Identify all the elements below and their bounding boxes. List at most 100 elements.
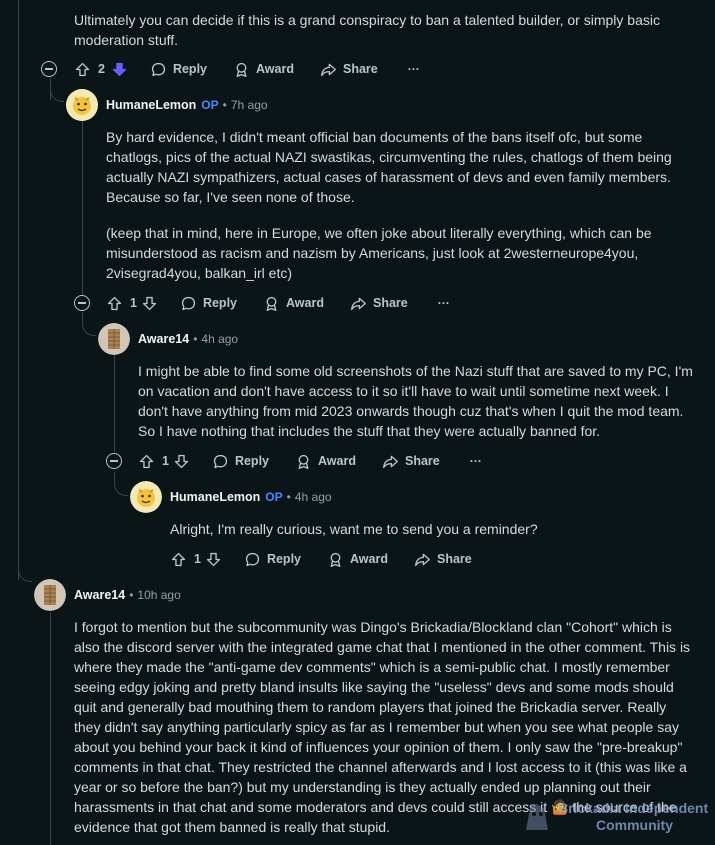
- comment-actions: 1 Reply Award Share: [170, 545, 472, 573]
- thread-curve: [114, 472, 128, 496]
- vote-count: 1: [194, 552, 201, 566]
- comment-header: HumaneLemon OP • 7h ago: [66, 89, 268, 121]
- reply-label: Reply: [172, 62, 207, 76]
- upvote-button[interactable]: [74, 61, 91, 78]
- collapse-button[interactable]: [106, 453, 122, 469]
- thread-curve: [50, 80, 64, 102]
- downvote-icon: [112, 62, 127, 76]
- timestamp[interactable]: 4h ago: [295, 490, 332, 504]
- thread-line-level3: [114, 352, 115, 452]
- share-button[interactable]: Share: [320, 61, 378, 78]
- reply-button[interactable]: Reply: [150, 61, 207, 78]
- reply-icon: [181, 296, 196, 310]
- reply-icon: [245, 552, 260, 566]
- share-icon: [351, 297, 366, 310]
- award-button[interactable]: Award: [263, 295, 324, 312]
- reply-label: Reply: [234, 454, 269, 468]
- reply-icon: [213, 454, 228, 468]
- award-button[interactable]: Award: [295, 453, 356, 470]
- username[interactable]: Aware14: [74, 588, 125, 602]
- timestamp[interactable]: 10h ago: [137, 588, 180, 602]
- share-label: Share: [372, 296, 408, 310]
- separator: •: [286, 490, 291, 504]
- award-icon: [236, 62, 247, 77]
- thread-curve: [82, 312, 96, 336]
- downvote-icon: [174, 454, 189, 468]
- downvote-button[interactable]: [173, 453, 190, 470]
- more-options-button[interactable]: ···: [408, 62, 420, 76]
- watermark-line-2: Community: [596, 817, 673, 833]
- upvote-button[interactable]: [106, 295, 123, 312]
- avatar[interactable]: [98, 323, 130, 355]
- share-button[interactable]: Share: [350, 295, 408, 312]
- share-button[interactable]: Share: [382, 453, 440, 470]
- vote-count: 2: [98, 62, 105, 76]
- avatar[interactable]: [130, 481, 162, 513]
- downvote-button[interactable]: [141, 295, 158, 312]
- upvote-icon: [171, 552, 186, 566]
- thread-line-root: [18, 0, 19, 580]
- timestamp[interactable]: 7h ago: [231, 98, 268, 112]
- avatar[interactable]: [66, 89, 98, 121]
- share-icon: [321, 63, 336, 76]
- downvote-button[interactable]: [111, 61, 128, 78]
- watermark-line-1: Brickadia Independent: [558, 800, 709, 816]
- comment-actions: 1 Reply Award Share ···: [106, 289, 450, 317]
- award-icon: [298, 454, 309, 469]
- reply-icon: [151, 62, 166, 76]
- share-button[interactable]: Share: [414, 551, 472, 568]
- avatar[interactable]: [34, 579, 66, 611]
- brick-avatar-icon: [98, 323, 130, 355]
- award-label: Award: [256, 62, 294, 76]
- lemon-avatar-icon: [66, 89, 98, 121]
- comment-header: Aware14 • 4h ago: [98, 323, 238, 355]
- award-button[interactable]: Award: [327, 551, 388, 568]
- more-options-button[interactable]: ···: [470, 454, 482, 468]
- vote-count: 1: [130, 296, 137, 310]
- award-icon: [266, 296, 277, 311]
- award-label: Award: [350, 552, 388, 566]
- thread-line-aware10h: [50, 612, 51, 845]
- more-options-button[interactable]: ···: [438, 296, 450, 310]
- downvote-button[interactable]: [205, 551, 222, 568]
- reply-button[interactable]: Reply: [244, 551, 301, 568]
- share-label: Share: [436, 552, 472, 566]
- username[interactable]: HumaneLemon: [170, 490, 260, 504]
- brick-avatar-icon: [34, 579, 66, 611]
- username[interactable]: Aware14: [138, 332, 189, 346]
- comment-body: (keep that in mind, here in Europe, we o…: [106, 225, 652, 281]
- share-label: Share: [342, 62, 378, 76]
- reply-label: Reply: [202, 296, 237, 310]
- award-label: Award: [286, 296, 324, 310]
- comment-body: Ultimately you can decide if this is a g…: [74, 12, 660, 48]
- vote-count: 1: [162, 454, 169, 468]
- comment-body: I might be able to find some old screens…: [138, 363, 693, 439]
- separator: •: [193, 332, 198, 346]
- upvote-icon: [107, 296, 122, 310]
- upvote-button[interactable]: [138, 453, 155, 470]
- username[interactable]: HumaneLemon: [106, 98, 196, 112]
- comment-header: Aware14 • 10h ago: [34, 579, 181, 611]
- comment-body: Alright, I'm really curious, want me to …: [170, 521, 538, 537]
- upvote-icon: [139, 454, 154, 468]
- collapse-button[interactable]: [41, 61, 57, 77]
- collapse-button[interactable]: [74, 295, 90, 311]
- reply-label: Reply: [266, 552, 301, 566]
- upvote-icon: [75, 62, 90, 76]
- award-label: Award: [318, 454, 356, 468]
- op-badge: OP: [201, 98, 219, 112]
- community-logo-icon: [526, 804, 548, 830]
- reply-button[interactable]: Reply: [212, 453, 269, 470]
- share-icon: [415, 553, 430, 566]
- op-badge: OP: [265, 490, 283, 504]
- thread-curve: [18, 560, 32, 582]
- separator: •: [129, 588, 134, 602]
- upvote-button[interactable]: [170, 551, 187, 568]
- comment-actions: 1 Reply Award Share ···: [138, 447, 482, 475]
- timestamp[interactable]: 4h ago: [201, 332, 238, 346]
- share-label: Share: [404, 454, 440, 468]
- downvote-icon: [142, 296, 157, 310]
- reply-button[interactable]: Reply: [180, 295, 237, 312]
- lemon-avatar-icon: [130, 481, 162, 513]
- award-button[interactable]: Award: [233, 61, 294, 78]
